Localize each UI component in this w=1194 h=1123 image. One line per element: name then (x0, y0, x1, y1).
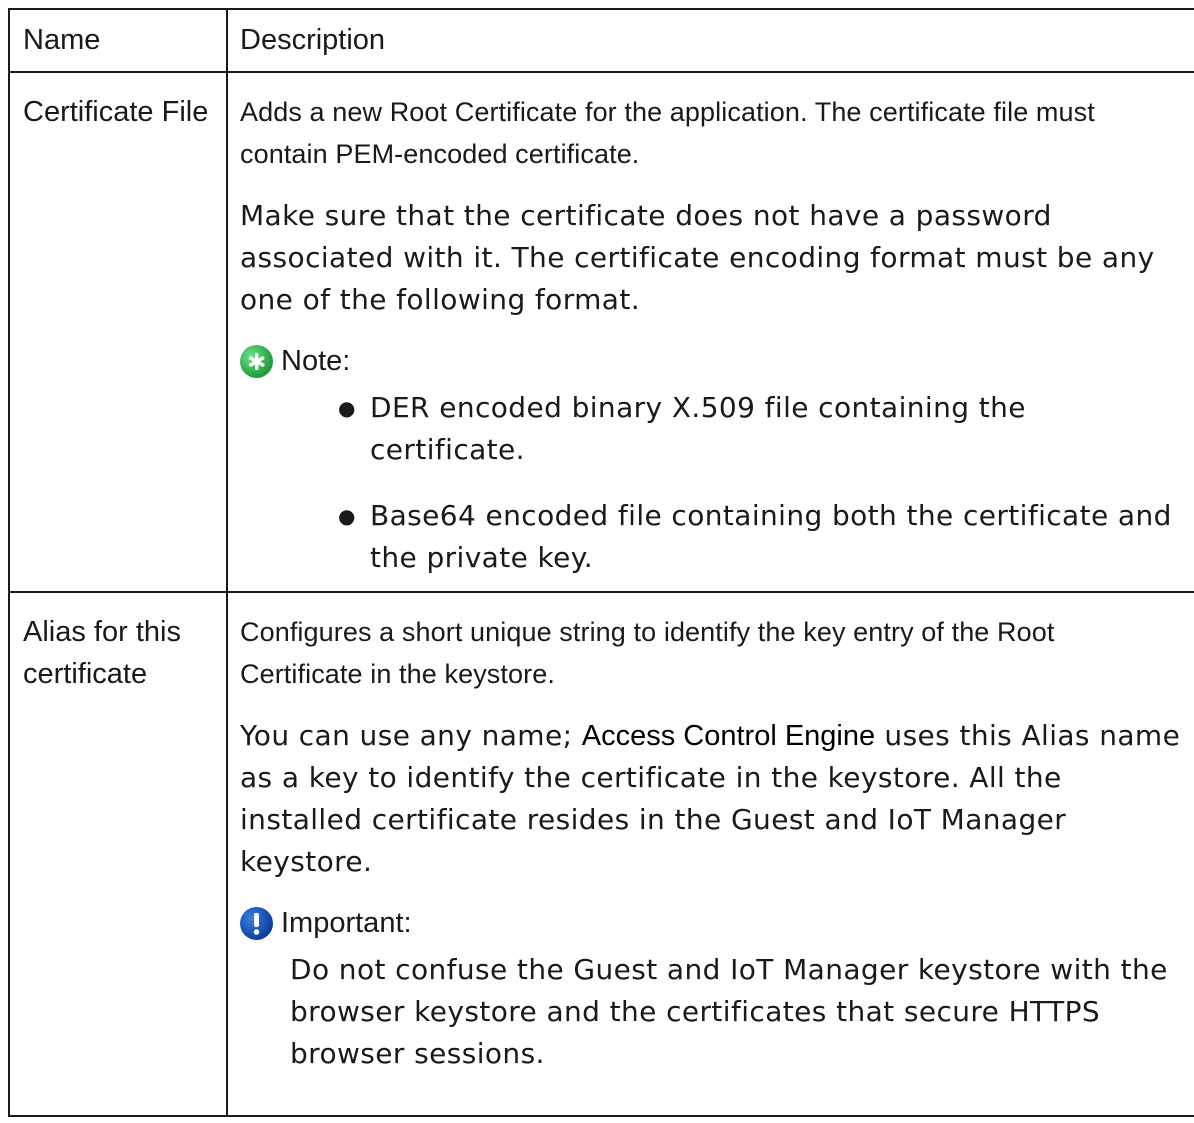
note-list: ● DER encoded binary X.509 file containin… (240, 387, 1184, 579)
table-row: Alias for this certificate Configures a … (8, 591, 1194, 1117)
paragraph-text: You can use any name; (240, 719, 582, 752)
note-heading: Note: (240, 341, 1184, 381)
parameters-table: Name Description Certificate File Adds a… (8, 8, 1194, 1117)
list-item: ● Base64 encoded file containing both the… (338, 499, 1172, 574)
list-item-text: Base64 encoded file containing both the … (370, 499, 1172, 574)
description-paragraph: Configures a short unique string to iden… (240, 617, 1055, 689)
description-paragraph: Make sure that the certificate does not … (240, 199, 1155, 316)
list-item: ● DER encoded binary X.509 file containin… (338, 391, 1026, 466)
header-description: Description (226, 8, 1194, 73)
important-heading: Important: (240, 903, 1184, 943)
table-header-row: Name Description (8, 8, 1194, 73)
important-exclamation-icon (240, 906, 273, 940)
note-label: Note: (281, 345, 351, 377)
description-paragraph: You can use any name; Access Control Eng… (240, 715, 1184, 883)
list-item-text: DER encoded binary X.509 file containing… (370, 391, 1026, 466)
important-label: Important: (281, 907, 412, 939)
note-star-icon (240, 344, 273, 378)
header-name: Name (8, 8, 228, 73)
table-row: Certificate File Adds a new Root Certifi… (8, 71, 1194, 593)
description-paragraph: Adds a new Root Certificate for the appl… (240, 97, 1095, 169)
important-text: Do not confuse the Guest and IoT Manager… (290, 953, 1168, 1070)
row-description-alias: Configures a short unique string to iden… (226, 591, 1194, 1117)
product-name: Access Control Engine (581, 720, 876, 752)
row-name-certificate-file: Certificate File (8, 71, 228, 593)
row-description-certificate-file: Adds a new Root Certificate for the appl… (226, 71, 1194, 593)
row-name-alias: Alias for this certificate (8, 591, 228, 1117)
